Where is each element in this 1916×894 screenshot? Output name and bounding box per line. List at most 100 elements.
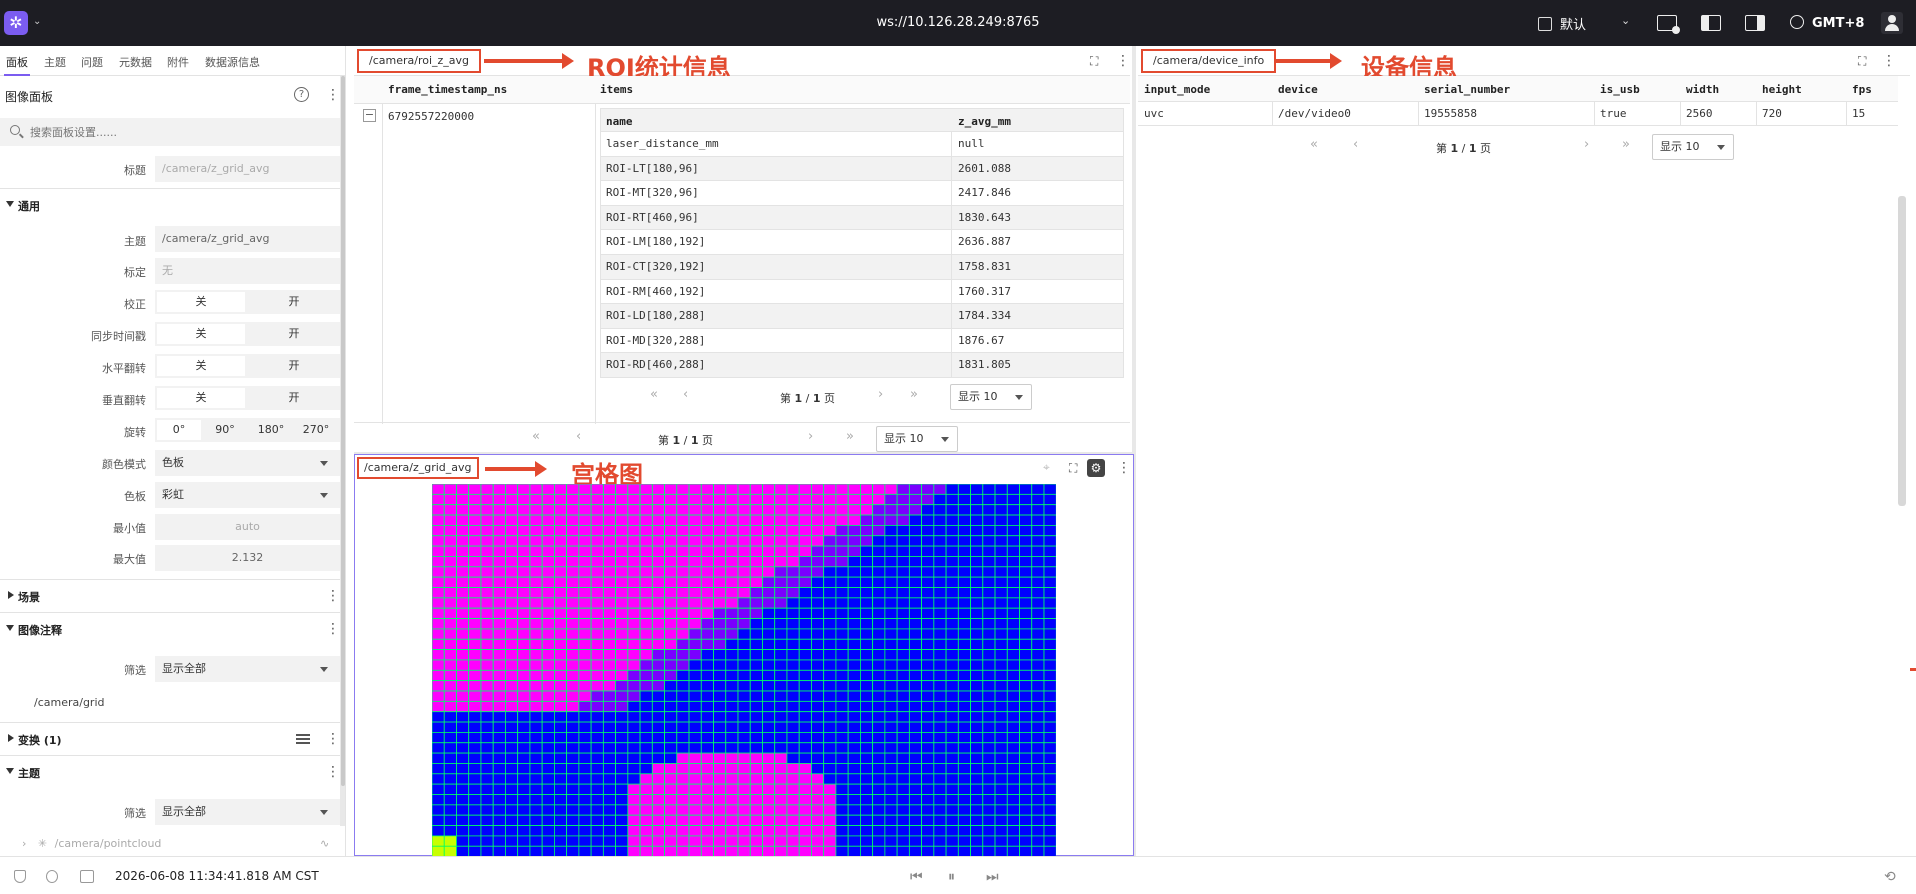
hflip-toggle[interactable]: 关 开: [155, 354, 340, 378]
prev-page-icon[interactable]: ‹: [683, 387, 688, 402]
color-mode-select[interactable]: 色板: [155, 450, 340, 476]
grid-cell: [921, 680, 935, 692]
last-page-icon[interactable]: »: [910, 387, 918, 402]
rectify-off[interactable]: 关: [157, 292, 245, 312]
tab-problems[interactable]: 问题: [81, 54, 103, 70]
scene-menu-icon[interactable]: ⋮: [326, 589, 340, 603]
rotation-180[interactable]: 180°: [249, 420, 293, 440]
seek-forward-icon[interactable]: ⏭: [986, 869, 999, 885]
wave-icon[interactable]: ∿: [320, 837, 329, 850]
topic-field[interactable]: /camera/z_grid_avg: [155, 226, 340, 252]
last-page-icon[interactable]: »: [1622, 137, 1630, 152]
section-transforms[interactable]: 变换 (1) ⋮: [0, 722, 340, 754]
layout-selector[interactable]: 默认: [1538, 14, 1586, 33]
min-value-input[interactable]: auto: [155, 514, 340, 540]
row-collapse-icon[interactable]: −: [363, 109, 376, 122]
hflip-off[interactable]: 关: [157, 356, 245, 376]
crosshair-icon[interactable]: ⌖: [1043, 460, 1050, 475]
settings-search[interactable]: [0, 118, 340, 146]
grid-topic-label[interactable]: /camera/z_grid_avg: [357, 457, 479, 479]
next-page-icon[interactable]: ›: [808, 429, 813, 444]
timezone-selector[interactable]: GMT+8: [1790, 15, 1864, 31]
help-icon[interactable]: ?: [294, 87, 309, 102]
device-panel-menu-icon[interactable]: ⋮: [1882, 54, 1896, 68]
fullscreen-icon[interactable]: [1069, 461, 1079, 471]
roi-panel-menu-icon[interactable]: ⋮: [1116, 54, 1130, 68]
max-value-input[interactable]: 2.132: [155, 545, 340, 571]
annotation-topic-item[interactable]: /camera/grid: [34, 696, 105, 709]
shield-icon[interactable]: [14, 870, 26, 883]
device-topic-label[interactable]: /camera/device_info: [1141, 49, 1277, 73]
info-icon[interactable]: [46, 870, 58, 883]
rotation-270[interactable]: 270°: [294, 420, 338, 440]
loop-off-icon[interactable]: ⟲: [1884, 869, 1896, 885]
title-input[interactable]: /camera/z_grid_avg: [155, 156, 340, 182]
vflip-toggle[interactable]: 关 开: [155, 386, 340, 410]
play-pause-icon[interactable]: ⏸: [948, 869, 955, 885]
add-panel-icon[interactable]: [1657, 15, 1680, 34]
grid-cell: [505, 742, 519, 754]
grid-panel-menu-icon[interactable]: ⋮: [1117, 461, 1131, 475]
last-page-icon[interactable]: »: [846, 429, 854, 444]
chevron-down-icon[interactable]: ⌄: [33, 16, 41, 27]
section-scene[interactable]: 场景 ⋮: [0, 579, 340, 611]
sync-timestamp-toggle[interactable]: 关 开: [155, 322, 340, 346]
next-page-icon[interactable]: ›: [878, 387, 883, 402]
topic-tree-item[interactable]: › ✳ /camera/pointcloud: [22, 837, 161, 850]
topics-menu-icon[interactable]: ⋮: [326, 765, 340, 779]
panel-menu-icon[interactable]: ⋮: [326, 88, 340, 102]
left-sidebar-toggle-icon[interactable]: [1701, 15, 1721, 31]
fullscreen-icon[interactable]: [1090, 54, 1100, 64]
annotations-menu-icon[interactable]: ⋮: [326, 622, 340, 636]
tab-topics[interactable]: 主题: [44, 54, 66, 70]
sync-off[interactable]: 关: [157, 324, 245, 344]
settings-sliders-icon[interactable]: [296, 733, 310, 745]
sync-on[interactable]: 开: [250, 324, 338, 344]
outer-page-size-select[interactable]: 显示 10: [876, 426, 958, 452]
prev-page-icon[interactable]: ‹: [576, 429, 581, 444]
right-sidebar-toggle-icon[interactable]: [1745, 15, 1765, 31]
device-panel-scrollbar[interactable]: [1898, 196, 1906, 506]
section-general[interactable]: 通用: [0, 188, 340, 220]
annot-filter-select[interactable]: 显示全部: [155, 656, 340, 682]
rectify-on[interactable]: 开: [250, 292, 338, 312]
sidebar-scrollbar[interactable]: [340, 76, 345, 826]
tab-source-info[interactable]: 数据源信息: [205, 54, 260, 70]
seek-backward-icon[interactable]: ⏮: [910, 869, 923, 885]
user-avatar-icon[interactable]: [1881, 12, 1903, 34]
grid-cell: [456, 649, 470, 661]
vflip-on[interactable]: 开: [250, 388, 338, 408]
tab-panel[interactable]: 面板: [4, 54, 30, 76]
topics-filter-select[interactable]: 显示全部: [155, 799, 340, 825]
tab-metadata[interactable]: 元数据: [119, 54, 152, 70]
prev-page-icon[interactable]: ‹: [1353, 137, 1358, 152]
hflip-on[interactable]: 开: [250, 356, 338, 376]
gear-icon[interactable]: ⚙: [1087, 459, 1105, 477]
vflip-off[interactable]: 关: [157, 388, 245, 408]
grid-cell: [602, 763, 617, 775]
device-page-size-select[interactable]: 显示 10: [1652, 134, 1734, 160]
fullscreen-icon[interactable]: [1858, 54, 1868, 64]
layout-chevron-icon[interactable]: ⌄: [1621, 14, 1630, 27]
first-page-icon[interactable]: «: [650, 387, 658, 402]
transforms-menu-icon[interactable]: ⋮: [326, 732, 340, 746]
comment-icon[interactable]: [80, 870, 94, 883]
calibration-field[interactable]: 无: [155, 258, 340, 284]
settings-search-input[interactable]: [30, 122, 330, 142]
roi-topic-label[interactable]: /camera/roi_z_avg: [357, 49, 482, 73]
next-page-icon[interactable]: ›: [1584, 137, 1589, 152]
section-topics[interactable]: 主题 ⋮: [0, 755, 340, 787]
section-image-annotations[interactable]: 图像注释 ⋮: [0, 612, 340, 644]
first-page-icon[interactable]: «: [1310, 137, 1318, 152]
rotation-90[interactable]: 90°: [203, 420, 247, 440]
first-page-icon[interactable]: «: [532, 429, 540, 444]
rectify-toggle[interactable]: 关 开: [155, 290, 340, 314]
rotation-selector[interactable]: 0° 90° 180° 270°: [155, 418, 340, 442]
z-grid-heatmap[interactable]: [432, 484, 1056, 856]
tab-attachments[interactable]: 附件: [167, 54, 189, 70]
app-logo-icon[interactable]: ✲: [4, 11, 28, 35]
grid-cell: [835, 814, 849, 826]
rotation-0[interactable]: 0°: [157, 420, 201, 440]
palette-select[interactable]: 彩虹: [155, 482, 340, 508]
inner-page-size-select[interactable]: 显示 10: [950, 384, 1032, 410]
